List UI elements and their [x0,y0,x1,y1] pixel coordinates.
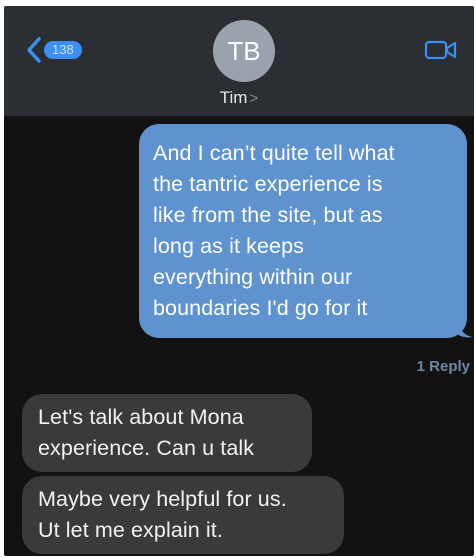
incoming-message-bubble[interactable]: Maybe very helpful for us. Ut let me exp… [22,476,344,554]
video-camera-icon[interactable] [424,38,458,62]
message-text: Let's talk about Mona experience. Can u … [38,405,255,460]
unread-count-badge: 138 [44,41,82,59]
back-button[interactable]: 138 [26,36,82,64]
bubble-tail [457,320,473,338]
contact-name-button[interactable]: Tim > [4,88,474,108]
chevron-right-icon: > [249,90,259,107]
chevron-left-icon [27,37,41,63]
incoming-message-bubble[interactable]: Let's talk about Mona experience. Can u … [22,394,312,472]
messages-screen: 138 TB Tim > And I can’t quite tell what … [4,6,474,556]
contact-avatar[interactable]: TB [213,20,275,82]
conversation-header: 138 TB Tim > [4,6,474,116]
message-text: Maybe very helpful for us. Ut let me exp… [38,487,287,542]
contact-name: Tim [219,88,248,107]
outgoing-message-bubble[interactable]: And I can’t quite tell what the tantric … [139,124,473,338]
thread-reply-link[interactable]: 1 Reply [417,358,470,375]
message-text: And I can’t quite tell what the tantric … [153,141,395,320]
